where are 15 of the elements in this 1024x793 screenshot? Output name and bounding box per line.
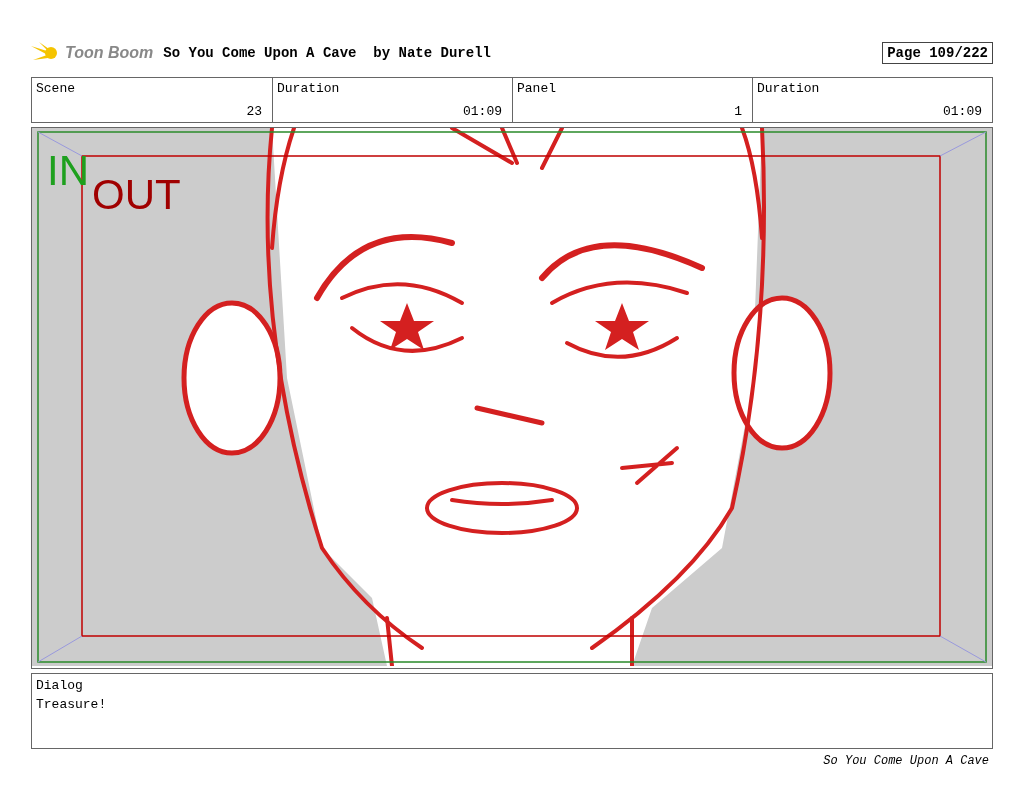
info-value: 01:09 (943, 104, 982, 119)
info-value: 1 (734, 104, 742, 119)
info-label: Scene (36, 81, 76, 96)
info-value: 23 (246, 104, 262, 119)
dialog-label: Dialog (36, 678, 84, 693)
footer-title: So You Come Upon A Cave (823, 754, 989, 768)
info-label: Panel (517, 81, 557, 96)
info-label: Duration (277, 81, 341, 96)
logo-text: Toon Boom (65, 44, 154, 62)
storyboard-title: So You Come Upon A Cave by Nate Durell (163, 45, 492, 61)
page-number: Page 109/222 (882, 42, 993, 64)
dialog-text: Treasure! (36, 697, 108, 712)
info-label: Duration (757, 81, 821, 96)
out-frame-label: OUT (92, 174, 181, 216)
info-value: 01:09 (463, 104, 502, 119)
